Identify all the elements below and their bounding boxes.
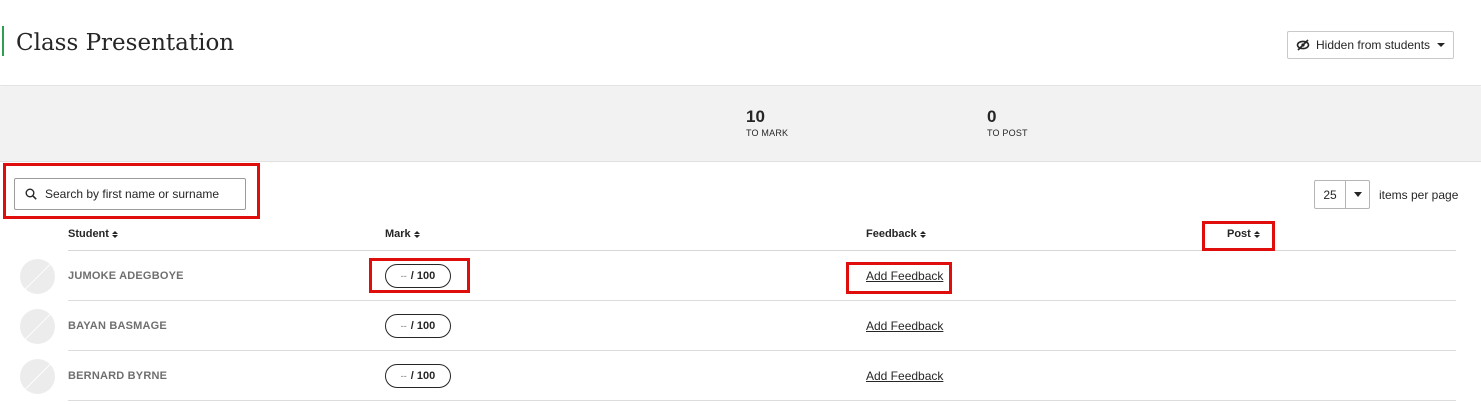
column-header-mark[interactable]: Mark bbox=[385, 228, 420, 240]
page-title: Class Presentation bbox=[16, 30, 235, 56]
mark-total: / 100 bbox=[410, 320, 436, 332]
mark-value: -- bbox=[400, 271, 407, 281]
mark-total: / 100 bbox=[410, 370, 436, 382]
stat-to-post: 0 TO POST bbox=[987, 107, 1028, 139]
visibility-dropdown-button[interactable]: Hidden from students bbox=[1287, 31, 1454, 59]
mark-button[interactable]: -- / 100 bbox=[385, 264, 451, 288]
avatar bbox=[20, 309, 55, 344]
to-mark-label: TO MARK bbox=[746, 128, 789, 138]
caret-down-icon bbox=[1437, 43, 1446, 47]
column-header-label: Mark bbox=[385, 228, 411, 240]
add-feedback-link[interactable]: Add Feedback bbox=[866, 319, 943, 333]
visibility-label: Hidden from students bbox=[1316, 38, 1431, 52]
avatar bbox=[20, 259, 55, 294]
search-input[interactable] bbox=[45, 187, 235, 201]
row-divider bbox=[68, 400, 1456, 401]
mark-value: -- bbox=[400, 321, 407, 331]
per-page-label: items per page bbox=[1379, 187, 1459, 202]
mark-button[interactable]: -- / 100 bbox=[385, 364, 451, 388]
per-page-value: 25 bbox=[1323, 187, 1337, 202]
column-header-label: Post bbox=[1227, 228, 1251, 240]
accent-bar bbox=[2, 26, 4, 56]
table-row: JUMOKE ADEGBOYE -- / 100 Add Feedback bbox=[0, 251, 1481, 301]
column-header-post[interactable]: Post bbox=[1227, 228, 1260, 240]
avatar bbox=[20, 359, 55, 394]
items-per-page-control: 25 items per page bbox=[1314, 180, 1458, 209]
student-name: BAYAN BASMAGE bbox=[68, 320, 167, 332]
search-icon bbox=[25, 188, 37, 200]
column-header-student[interactable]: Student bbox=[68, 228, 118, 240]
to-post-label: TO POST bbox=[987, 128, 1028, 138]
sort-icon bbox=[111, 230, 118, 238]
add-feedback-link[interactable]: Add Feedback bbox=[866, 369, 943, 383]
student-name: JUMOKE ADEGBOYE bbox=[68, 270, 184, 282]
to-mark-count: 10 bbox=[746, 107, 765, 126]
mark-value: -- bbox=[400, 371, 407, 381]
column-header-label: Student bbox=[68, 228, 109, 240]
page-header: Class Presentation Hidden from students bbox=[0, 0, 1481, 86]
search-box[interactable] bbox=[14, 178, 246, 210]
column-header-label: Feedback bbox=[866, 228, 917, 240]
eye-slash-icon bbox=[1296, 39, 1310, 51]
table-row: BAYAN BASMAGE -- / 100 Add Feedback bbox=[0, 301, 1481, 351]
sort-icon bbox=[1253, 230, 1260, 238]
table-row: BERNARD BYRNE -- / 100 Add Feedback bbox=[0, 351, 1481, 401]
mark-button[interactable]: -- / 100 bbox=[385, 314, 451, 338]
stats-bar: 10 TO MARK 0 TO POST bbox=[0, 87, 1481, 162]
sort-icon bbox=[919, 230, 926, 238]
chevron-down-icon bbox=[1346, 192, 1369, 197]
student-name: BERNARD BYRNE bbox=[68, 370, 168, 382]
add-feedback-link[interactable]: Add Feedback bbox=[866, 269, 943, 283]
to-post-count: 0 bbox=[987, 107, 997, 126]
per-page-select[interactable]: 25 bbox=[1314, 180, 1370, 209]
mark-total: / 100 bbox=[410, 270, 436, 282]
column-header-feedback[interactable]: Feedback bbox=[866, 228, 926, 240]
sort-icon bbox=[413, 230, 420, 238]
stat-to-mark: 10 TO MARK bbox=[746, 107, 788, 139]
